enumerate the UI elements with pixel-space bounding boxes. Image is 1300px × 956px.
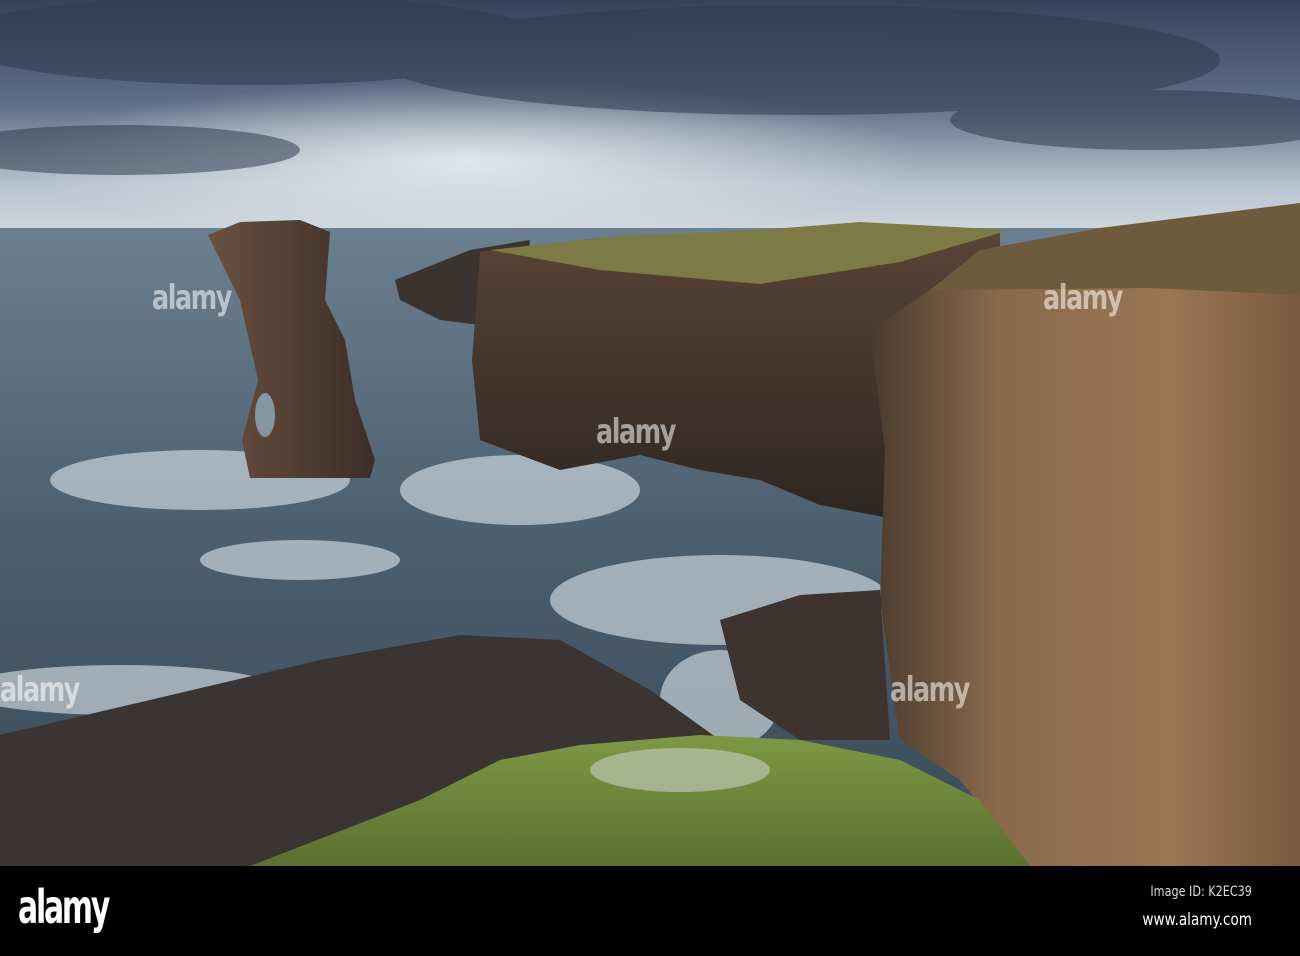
sea-stack-arch (255, 393, 275, 437)
image-id: Image ID: K2EC39 (1150, 884, 1252, 900)
watermark: alamy (890, 670, 970, 710)
watermark: alamy (596, 412, 676, 452)
website-link[interactable]: www.alamy.com (1142, 910, 1252, 930)
alamy-logo[interactable]: alamy (18, 880, 110, 934)
footer-bar: alamy Image ID: K2EC39 www.alamy.com (0, 866, 1300, 956)
lichen (590, 748, 770, 792)
watermark: alamy (0, 670, 80, 710)
watermark: alamy (152, 278, 232, 318)
watermark: alamy (1043, 278, 1123, 318)
